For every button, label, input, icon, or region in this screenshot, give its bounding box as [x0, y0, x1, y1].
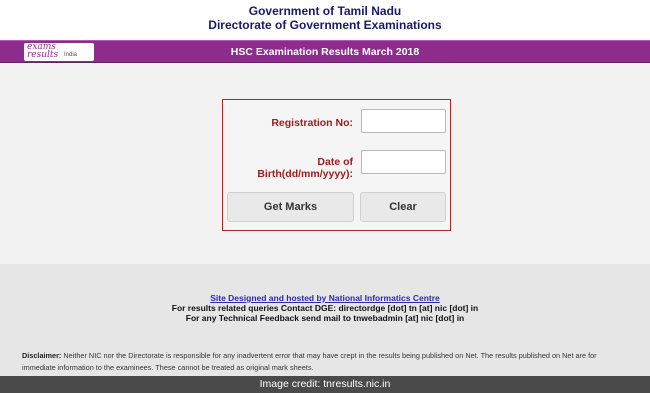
- dob-label: Date of Birth(dd/mm/yyyy):: [257, 156, 353, 180]
- header-line-directorate: Directorate of Government Examinations: [208, 18, 442, 32]
- clear-button[interactable]: Clear: [360, 192, 446, 222]
- feedback-line: For any Technical Feedback send mail to …: [185, 313, 465, 323]
- title-banner: exams results India HSC Examination Resu…: [0, 40, 650, 63]
- disclaimer: Disclaimer: Neither NIC nor the Director…: [22, 350, 628, 374]
- image-credit: Image credit: tnresults.nic.in: [0, 376, 650, 393]
- dob-input[interactable]: [361, 150, 446, 174]
- registration-label: Registration No:: [271, 117, 353, 129]
- disclaimer-label: Disclaimer:: [22, 351, 62, 360]
- page-header: Government of Tamil Nadu Directorate of …: [0, 0, 650, 40]
- get-marks-button[interactable]: Get Marks: [227, 192, 354, 222]
- header-line-government: Government of Tamil Nadu: [248, 4, 402, 18]
- nic-site-link[interactable]: Site Designed and hosted by National Inf…: [0, 293, 650, 303]
- result-form: Registration No: Date of Birth(dd/mm/yyy…: [222, 99, 451, 231]
- disclaimer-text: Neither NIC nor the Directorate is respo…: [22, 351, 597, 372]
- main-content: Registration No: Date of Birth(dd/mm/yyy…: [0, 64, 650, 264]
- page-footer: Site Designed and hosted by National Inf…: [0, 264, 650, 376]
- registration-input[interactable]: [361, 109, 446, 133]
- banner-title: HSC Examination Results March 2018: [230, 46, 420, 58]
- contact-line: For results related queries Contact DGE:…: [171, 303, 479, 313]
